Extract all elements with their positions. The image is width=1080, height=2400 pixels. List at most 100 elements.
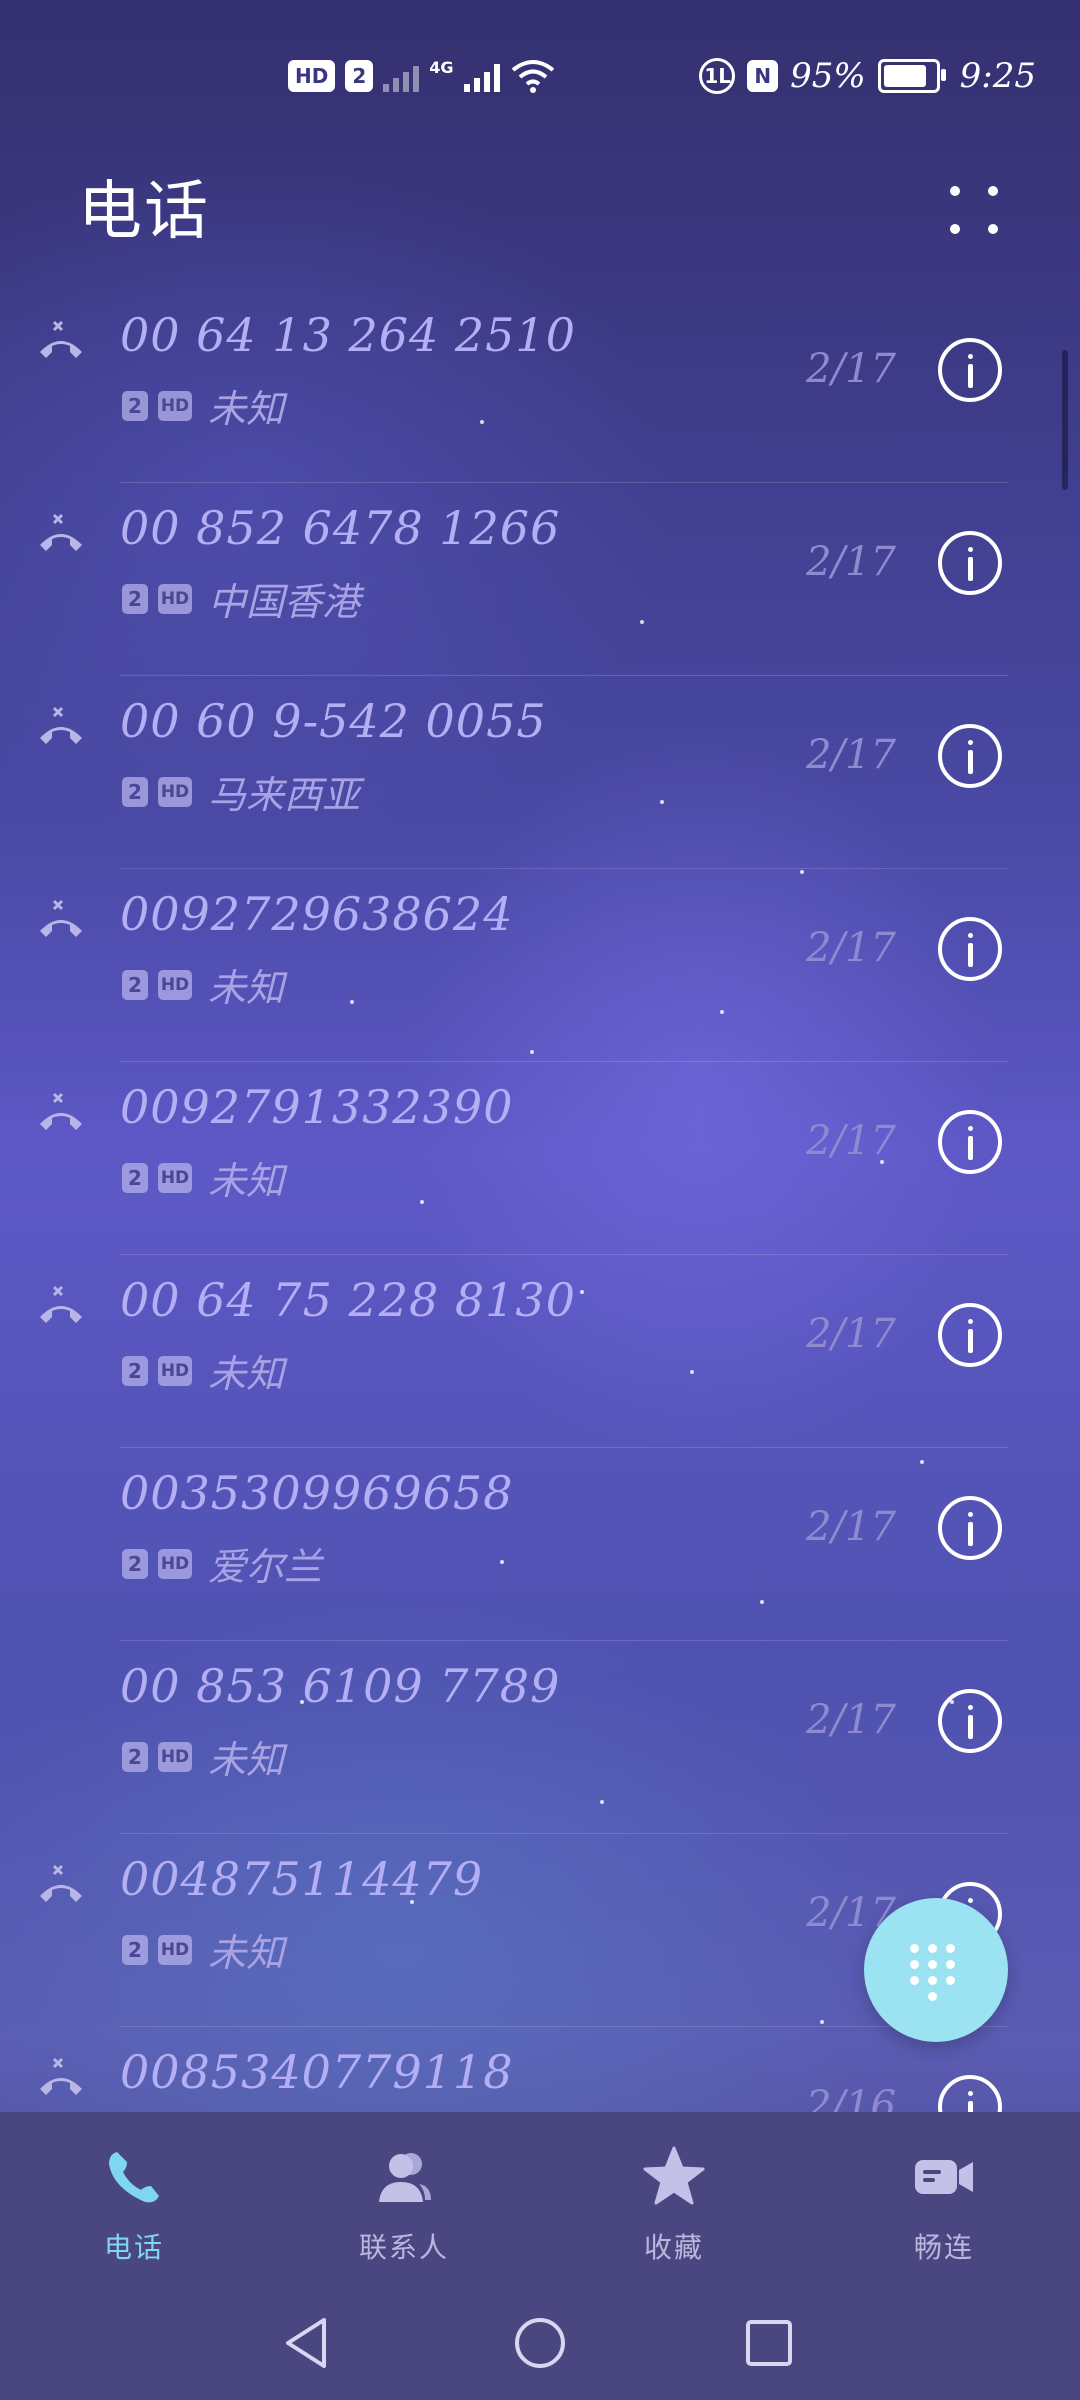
battery-percent: 95% [790, 56, 866, 96]
phone-number: 0092791332390 [120, 1080, 514, 1134]
call-date: 2/16 [806, 2083, 896, 2112]
hd-badge: HD [158, 1548, 192, 1579]
call-date: 2/17 [806, 346, 896, 392]
bottom-navigation: 电话 联系人 收藏 畅连 [0, 2112, 1080, 2292]
call-date: 2/17 [806, 732, 896, 778]
volte-chip: 1L [699, 58, 736, 94]
call-meta: 2 HD 未知 [122, 1150, 284, 1205]
missed-call-icon [40, 2057, 82, 2095]
call-log-row[interactable]: 00 64 13 264 2510 2 HD 未知 2/17 [0, 290, 1080, 483]
sim-badge: 2 [122, 583, 148, 614]
phone-number: 0092729638624 [120, 887, 514, 941]
call-log-row[interactable]: 0035309969658 2 HD 爱尔兰 2/17 [0, 1448, 1080, 1641]
info-icon[interactable] [938, 917, 1002, 981]
hd-badge: HD [158, 1162, 192, 1193]
dialpad-button[interactable] [864, 1898, 1008, 2042]
page-title: 电话 [78, 175, 210, 249]
scrollbar[interactable] [1062, 350, 1068, 490]
phone-number: 00 852 6478 1266 [120, 501, 561, 555]
call-meta: 2 HD 未知 [122, 1922, 284, 1977]
call-location: 未知 [208, 387, 285, 431]
dialpad-dot [928, 1944, 937, 1953]
sim-badge: 2 [122, 1355, 148, 1386]
home-icon[interactable] [505, 2308, 575, 2378]
sim-badge: 2 [122, 1162, 148, 1193]
call-log-row[interactable]: 00 64 75 228 8130 2 HD 未知 2/17 [0, 1255, 1080, 1448]
nav-label: 收藏 [643, 2231, 704, 2264]
phone-icon [109, 2152, 159, 2203]
nav-tab-phone[interactable]: 电话 [34, 2142, 234, 2272]
hd-badge: HD [158, 1934, 192, 1965]
nav-tab-contacts[interactable]: 联系人 [304, 2142, 504, 2272]
signal-sim2-icon [463, 60, 500, 92]
info-icon[interactable] [938, 1689, 1002, 1753]
dialpad-dot [928, 1960, 937, 1969]
hd-badge: HD [158, 776, 192, 807]
info-icon[interactable] [938, 1303, 1002, 1367]
call-log-row[interactable]: 00 852 6478 1266 2 HD 中国香港 2/17 [0, 483, 1080, 676]
info-icon[interactable] [938, 338, 1002, 402]
status-bar: HD 2 4G 1L N 95% 9:25 [0, 0, 1080, 150]
status-left: HD 2 4G [288, 58, 556, 94]
call-location: 未知 [208, 1352, 285, 1396]
sim-badge: 2 [122, 1548, 148, 1579]
hd-chip: HD [288, 60, 336, 92]
contacts-icon [379, 2153, 431, 2202]
call-log-row[interactable]: 0092729638624 2 HD 未知 2/17 [0, 869, 1080, 1062]
hd-badge: HD [158, 969, 192, 1000]
phone-number: 004875114479 [120, 1852, 484, 1906]
call-location: 中国香港 [208, 580, 361, 624]
call-meta: 2 HD 中国香港 [122, 571, 360, 626]
wifi-icon [511, 60, 554, 93]
sim-badge: 2 [122, 969, 148, 1000]
sim-badge: 2 [122, 1741, 148, 1772]
call-location: 爱尔兰 [208, 1545, 323, 1589]
more-grid-icon[interactable] [940, 176, 1008, 244]
dialpad-dot [928, 1976, 937, 1985]
missed-call-icon [40, 513, 82, 551]
call-date: 2/17 [806, 925, 896, 971]
nav-tab-favorites[interactable]: 收藏 [574, 2142, 774, 2272]
info-icon[interactable] [938, 1110, 1002, 1174]
call-log-list[interactable]: 00 64 13 264 2510 2 HD 未知 2/17 00 852 6478 12… [0, 290, 1080, 2112]
hd-badge: HD [158, 390, 192, 421]
dialpad-dot [910, 1960, 919, 1969]
info-icon[interactable] [938, 1496, 1002, 1560]
missed-call-icon [40, 1864, 82, 1902]
battery-icon [877, 59, 946, 93]
call-location: 未知 [208, 1931, 285, 1975]
call-meta: 2 HD 未知 [122, 378, 284, 433]
video-chat-icon [915, 2160, 973, 2194]
phone-number: 00 60 9-542 0055 [120, 694, 547, 748]
call-log-row[interactable]: 00 60 9-542 0055 2 HD 马来西亚 2/17 [0, 676, 1080, 869]
call-log-row[interactable]: 0092791332390 2 HD 未知 2/17 [0, 1062, 1080, 1255]
call-location: 马来西亚 [208, 773, 361, 817]
back-icon[interactable] [272, 2308, 342, 2378]
call-location: 未知 [208, 966, 285, 1010]
star-icon [643, 2146, 705, 2205]
call-location: 未知 [208, 1738, 285, 1782]
nav-tab-meetime[interactable]: 畅连 [844, 2142, 1044, 2272]
phone-number: 00 853 6109 7789 [120, 1659, 561, 1713]
hd-badge: HD [158, 1355, 192, 1386]
call-meta: 2 HD 未知 [122, 1729, 284, 1784]
call-log-row[interactable]: 00 853 6109 7789 2 HD 未知 2/17 [0, 1641, 1080, 1834]
call-date: 2/17 [806, 1504, 896, 1550]
hd-badge: HD [158, 583, 192, 614]
system-navigation-bar [0, 2292, 1080, 2400]
clock: 9:25 [959, 56, 1036, 96]
phone-number: 0085340779118 [120, 2045, 514, 2099]
nav-label: 联系人 [358, 2231, 449, 2264]
info-icon[interactable] [938, 531, 1002, 595]
recents-icon[interactable] [734, 2308, 804, 2378]
nav-label: 电话 [103, 2231, 164, 2264]
hd-badge: HD [158, 1741, 192, 1772]
missed-call-icon [40, 706, 82, 744]
sim-chip: 2 [345, 60, 374, 92]
status-right: 1L N 95% 9:25 [699, 56, 1036, 96]
call-meta: 2 HD 未知 [122, 957, 284, 1012]
info-icon[interactable] [938, 2075, 1002, 2112]
call-meta: 2 HD 爱尔兰 [122, 1536, 322, 1591]
info-icon[interactable] [938, 724, 1002, 788]
dialpad-dot [928, 1992, 937, 2001]
